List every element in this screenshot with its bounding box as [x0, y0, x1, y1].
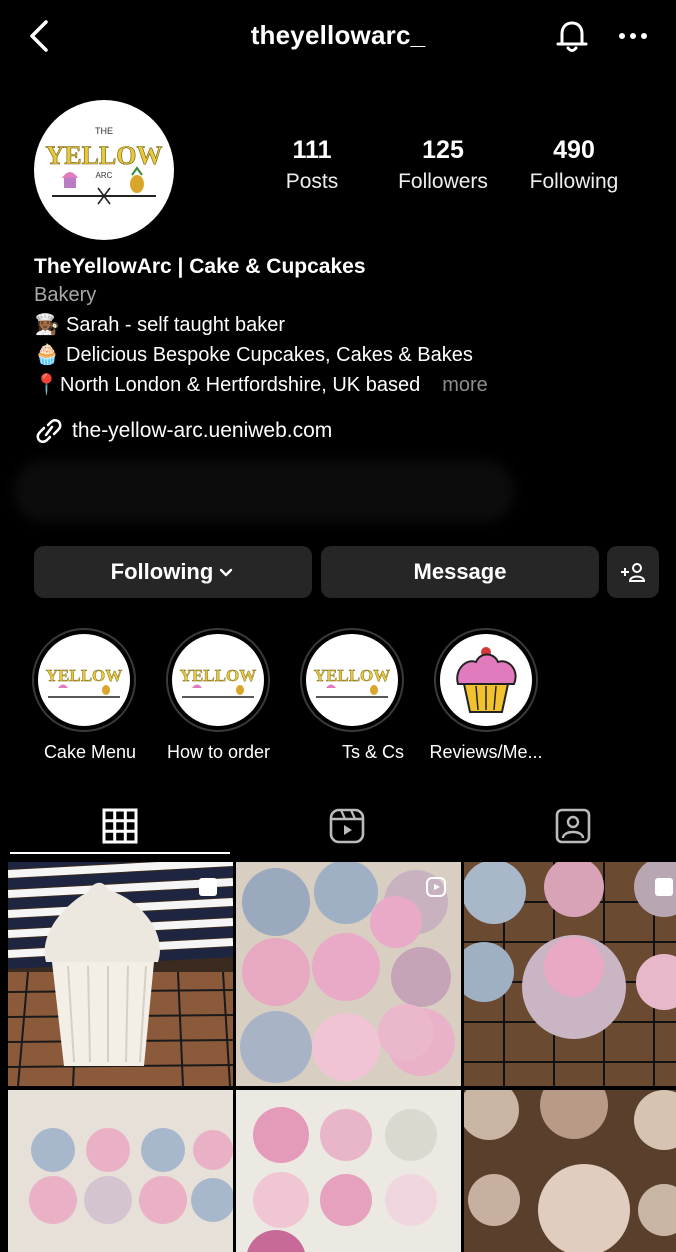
following-button[interactable]: Following — [34, 546, 312, 598]
reels-icon[interactable] — [327, 806, 367, 846]
svg-text:YELLOW: YELLOW — [314, 666, 391, 685]
more-link[interactable]: more — [442, 374, 488, 396]
followers-count: 125 — [422, 136, 464, 164]
highlight-cover: YELLOW — [38, 634, 130, 726]
chevron-down-icon — [220, 568, 233, 577]
add-person-icon — [621, 563, 646, 582]
reel-icon — [426, 877, 446, 897]
cupcake-icon — [456, 647, 517, 713]
highlight-cake-menu[interactable]: YELLOW Cake Menu — [32, 628, 136, 763]
svg-text:YELLOW: YELLOW — [46, 666, 123, 685]
bio-line-text: North London & Hertfordshire, UK based — [60, 374, 421, 396]
yellow-arc-logo: THE YELLOW ARC — [45, 126, 163, 205]
active-tab-indicator — [10, 852, 230, 854]
post-thumbnail[interactable] — [236, 1090, 461, 1252]
highlight-label: Ts & Cs — [341, 742, 404, 762]
svg-text:YELLOW: YELLOW — [45, 141, 162, 170]
bio-line-text: Sarah - self taught baker — [66, 314, 286, 336]
website-link[interactable]: the-yellow-arc.ueniweb.com — [34, 418, 332, 444]
grid-icon[interactable] — [100, 806, 140, 846]
post-thumbnail[interactable] — [236, 862, 461, 1086]
add-user-button[interactable] — [607, 546, 659, 598]
message-button-label: Message — [413, 559, 507, 584]
pin-emoji-icon: 📍 — [34, 374, 59, 396]
posts-label: Posts — [285, 170, 339, 193]
bio-line: 🧁 Delicious Bespoke Cupcakes, Cakes & Bak… — [34, 340, 654, 370]
cupcakes-rack-photo — [464, 862, 676, 1086]
top-bar: theyellowarc_ — [0, 0, 676, 72]
carousel-icon — [655, 878, 673, 896]
post-thumbnail[interactable] — [464, 1090, 676, 1252]
svg-text:ARC: ARC — [96, 171, 113, 180]
profile-avatar[interactable]: THE YELLOW ARC — [34, 100, 174, 240]
highlight-reviews[interactable]: Reviews/Me... — [429, 628, 543, 763]
post-thumbnail[interactable] — [464, 862, 676, 1086]
followers-label: Followers — [398, 170, 488, 193]
profile-name: TheYellowArc | Cake & Cupcakes — [34, 255, 366, 278]
baker-emoji-icon: 👩🏾‍🍳 — [34, 314, 60, 336]
followers-stat[interactable]: 125 Followers — [388, 136, 498, 193]
post-thumbnail[interactable] — [8, 1090, 233, 1252]
posts-count: 111 — [292, 136, 332, 164]
svg-text:YELLOW: YELLOW — [180, 666, 257, 685]
link-icon — [36, 419, 62, 443]
highlight-cover: YELLOW — [172, 634, 264, 726]
highlight-ring: YELLOW — [300, 628, 404, 732]
carousel-icon — [199, 878, 217, 896]
cupcakes-rack-photo — [464, 1090, 676, 1252]
more-options-icon[interactable] — [615, 22, 651, 50]
cupcake-box-photo — [8, 1090, 233, 1252]
cupcake-emoji-icon: 🧁 — [34, 344, 60, 366]
message-button[interactable]: Message — [321, 546, 599, 598]
following-label: Following — [529, 170, 619, 193]
following-stat[interactable]: 490 Following — [520, 136, 628, 193]
highlight-ring: YELLOW — [32, 628, 136, 732]
cupcake-box-photo — [236, 1090, 461, 1252]
highlight-label: How to order — [166, 742, 270, 762]
bell-icon[interactable] — [552, 16, 592, 56]
following-count: 490 — [553, 136, 595, 164]
highlight-how-to-order[interactable]: YELLOW How to order — [166, 628, 270, 763]
bio-line: 📍North London & Hertfordshire, UK based m… — [34, 370, 654, 400]
highlight-ring: YELLOW — [166, 628, 270, 732]
yellow-arc-logo: YELLOW — [180, 666, 257, 698]
profile-bio: TheYellowArc | Cake & Cupcakes Bakery 👩🏾… — [34, 254, 654, 400]
profile-category: Bakery — [34, 284, 97, 306]
posts-stat[interactable]: 111 Posts — [272, 136, 352, 193]
highlight-ring — [434, 628, 538, 732]
highlight-label: Cake Menu — [43, 742, 136, 762]
following-button-label: Following — [110, 559, 214, 584]
blurred-region — [14, 460, 514, 522]
highlight-cover: YELLOW — [306, 634, 398, 726]
post-thumbnail[interactable] — [8, 862, 233, 1086]
website-link-text: the-yellow-arc.ueniweb.com — [72, 419, 333, 442]
highlight-cover — [440, 634, 532, 726]
yellow-arc-logo: YELLOW — [46, 666, 123, 698]
highlight-label: Reviews/Me... — [429, 742, 543, 762]
tagged-icon[interactable] — [553, 806, 593, 846]
yellow-arc-logo: YELLOW — [314, 666, 391, 698]
bio-line: 👩🏾‍🍳 Sarah - self taught baker — [34, 310, 654, 340]
bio-line-text: Delicious Bespoke Cupcakes, Cakes & Bake… — [66, 344, 473, 366]
highlight-ts-cs[interactable]: YELLOW Ts & Cs — [300, 628, 404, 763]
profile-tabs — [0, 800, 676, 856]
svg-text:THE: THE — [95, 126, 113, 136]
